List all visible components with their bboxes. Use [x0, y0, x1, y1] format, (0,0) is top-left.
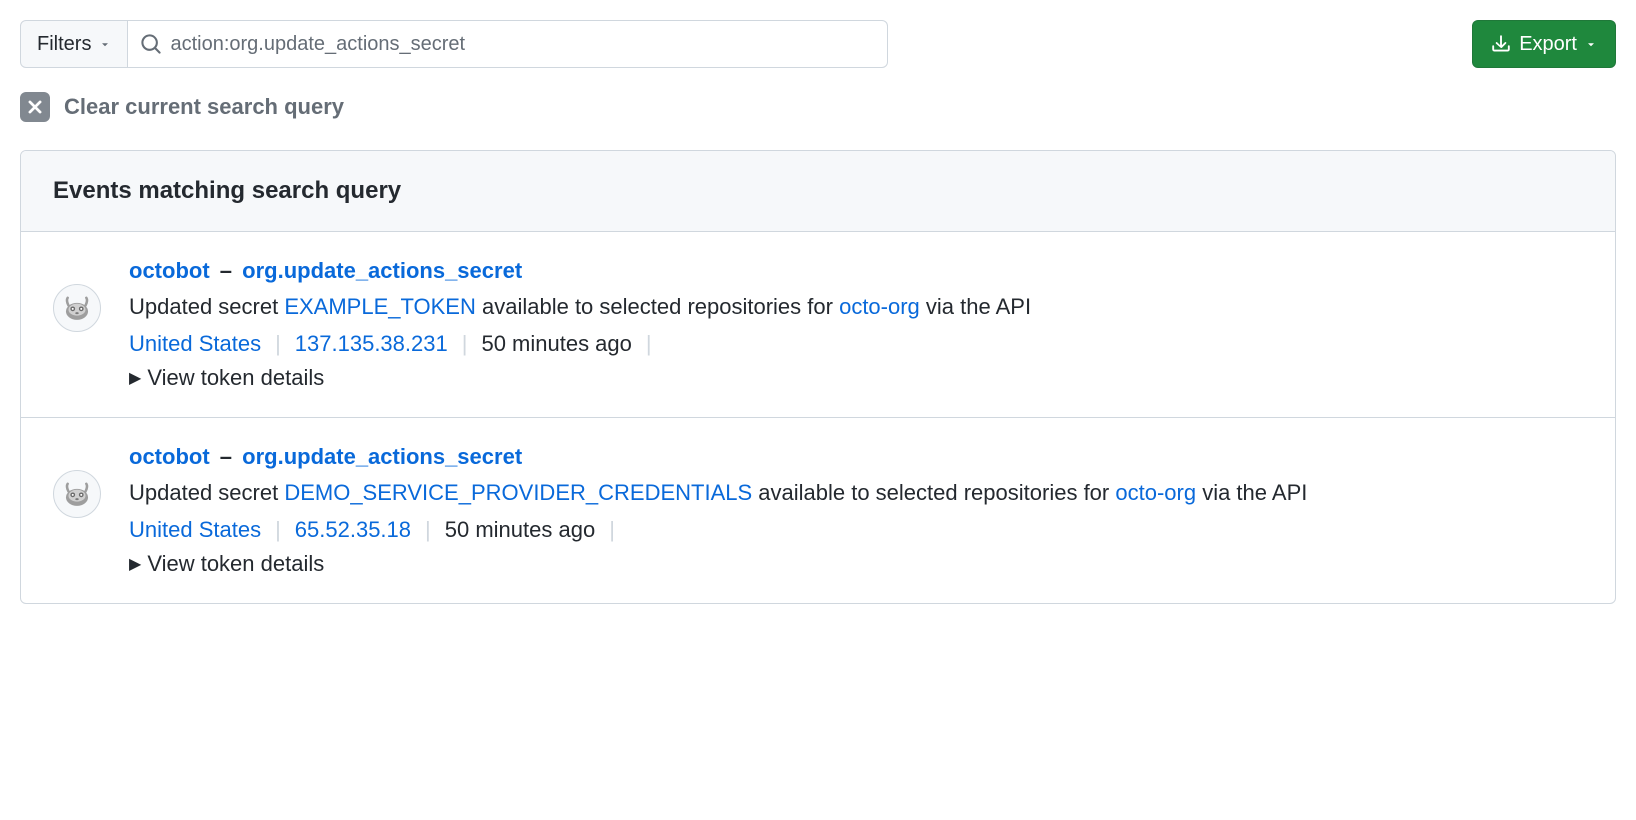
- search-icon: [140, 33, 162, 55]
- desc-text: Updated secret: [129, 480, 284, 505]
- filters-label: Filters: [37, 33, 91, 56]
- search-field-container[interactable]: [128, 20, 888, 68]
- event-title: octobot – org.update_actions_secret: [129, 444, 1583, 470]
- audit-event-row: octobot – org.update_actions_secret Upda…: [21, 418, 1615, 603]
- filters-button[interactable]: Filters: [20, 20, 128, 68]
- ip-link[interactable]: 137.135.38.231: [295, 331, 448, 357]
- org-link[interactable]: octo-org: [1115, 480, 1196, 505]
- download-icon: [1491, 34, 1511, 54]
- actor-link[interactable]: octobot: [129, 444, 210, 469]
- results-panel-header: Events matching search query: [21, 151, 1615, 232]
- avatar[interactable]: [53, 470, 101, 518]
- avatar[interactable]: [53, 284, 101, 332]
- desc-text: available to selected repositories for: [752, 480, 1115, 505]
- view-token-details-toggle[interactable]: ▶ View token details: [129, 551, 1583, 577]
- secret-name-link[interactable]: EXAMPLE_TOKEN: [284, 294, 476, 319]
- event-title: octobot – org.update_actions_secret: [129, 258, 1583, 284]
- event-description: Updated secret DEMO_SERVICE_PROVIDER_CRE…: [129, 476, 1583, 509]
- action-link[interactable]: org.update_actions_secret: [242, 444, 522, 469]
- meta-separator: |: [275, 517, 281, 543]
- export-label: Export: [1519, 33, 1577, 56]
- details-label: View token details: [147, 365, 324, 391]
- title-separator: –: [220, 444, 232, 469]
- action-link[interactable]: org.update_actions_secret: [242, 258, 522, 283]
- secret-name-link[interactable]: DEMO_SERVICE_PROVIDER_CREDENTIALS: [284, 480, 752, 505]
- meta-separator: |: [646, 331, 652, 357]
- results-panel: Events matching search query octobot – o…: [20, 150, 1616, 604]
- audit-event-row: octobot – org.update_actions_secret Upda…: [21, 232, 1615, 418]
- triangle-right-icon: ▶: [129, 554, 141, 574]
- country-link[interactable]: United States: [129, 331, 261, 357]
- octobot-avatar-icon: [60, 477, 94, 511]
- desc-text: available to selected repositories for: [476, 294, 839, 319]
- details-label: View token details: [147, 551, 324, 577]
- meta-separator: |: [275, 331, 281, 357]
- view-token-details-toggle[interactable]: ▶ View token details: [129, 365, 1583, 391]
- desc-text: via the API: [920, 294, 1031, 319]
- close-icon: [26, 98, 44, 116]
- event-content: octobot – org.update_actions_secret Upda…: [129, 444, 1583, 577]
- results-panel-title: Events matching search query: [53, 177, 1583, 205]
- desc-text: Updated secret: [129, 294, 284, 319]
- event-description: Updated secret EXAMPLE_TOKEN available t…: [129, 290, 1583, 323]
- caret-down-icon: [99, 38, 111, 50]
- country-link[interactable]: United States: [129, 517, 261, 543]
- desc-text: via the API: [1196, 480, 1307, 505]
- octobot-avatar-icon: [60, 291, 94, 325]
- title-separator: –: [220, 258, 232, 283]
- meta-separator: |: [425, 517, 431, 543]
- top-toolbar: Filters Export: [20, 20, 1616, 68]
- event-content: octobot – org.update_actions_secret Upda…: [129, 258, 1583, 391]
- clear-search-badge[interactable]: [20, 92, 50, 122]
- timestamp: 50 minutes ago: [445, 517, 595, 543]
- actor-link[interactable]: octobot: [129, 258, 210, 283]
- event-meta: United States | 65.52.35.18 | 50 minutes…: [129, 517, 1583, 543]
- clear-search-row[interactable]: Clear current search query: [20, 92, 1616, 122]
- search-input[interactable]: [170, 33, 875, 56]
- event-meta: United States | 137.135.38.231 | 50 minu…: [129, 331, 1583, 357]
- clear-search-label[interactable]: Clear current search query: [64, 94, 344, 120]
- org-link[interactable]: octo-org: [839, 294, 920, 319]
- triangle-right-icon: ▶: [129, 368, 141, 388]
- timestamp: 50 minutes ago: [481, 331, 631, 357]
- meta-separator: |: [609, 517, 615, 543]
- caret-down-icon: [1585, 38, 1597, 50]
- export-button[interactable]: Export: [1472, 20, 1616, 68]
- meta-separator: |: [462, 331, 468, 357]
- ip-link[interactable]: 65.52.35.18: [295, 517, 411, 543]
